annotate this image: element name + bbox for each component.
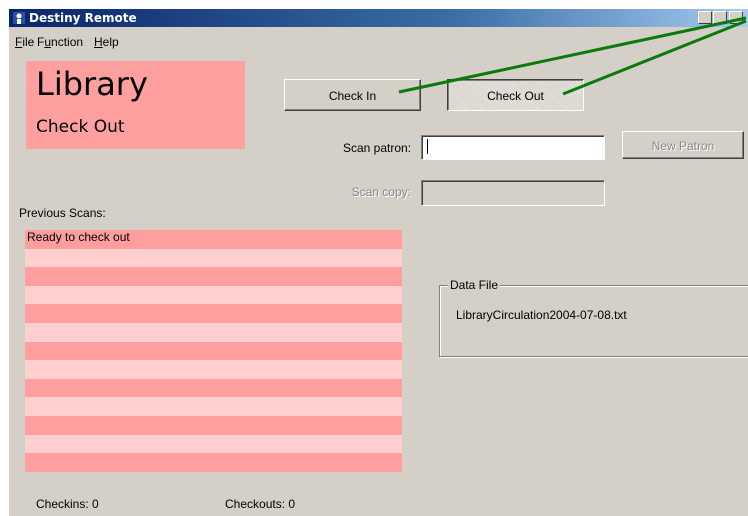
list-item — [25, 341, 402, 361]
new-patron-button[interactable]: New Patron — [622, 131, 744, 159]
data-file-name: LibraryCirculation2004-07-08.txt — [456, 308, 627, 322]
scan-patron-label: Scan patron: — [342, 141, 411, 155]
list-item: Ready to check out — [25, 230, 402, 249]
list-item — [25, 360, 402, 379]
check-out-button[interactable]: Check Out — [447, 79, 584, 111]
previous-scans-label: Previous Scans: — [19, 206, 106, 220]
mode-panel: Library Check Out — [26, 61, 245, 149]
app-icon — [13, 12, 25, 24]
list-item — [25, 248, 402, 268]
list-item — [25, 434, 402, 454]
app-window: Destiny Remote File Function Help Librar… — [9, 9, 748, 516]
close-button[interactable] — [729, 11, 743, 24]
list-item — [25, 378, 402, 398]
checkins-counter: Checkins: 0 — [36, 497, 99, 511]
data-file-legend: Data File — [448, 278, 501, 292]
check-in-button[interactable]: Check In — [284, 79, 421, 111]
list-item — [25, 453, 402, 472]
checkouts-counter: Checkouts: 0 — [225, 497, 296, 511]
menu-file[interactable]: File — [15, 35, 34, 49]
list-item — [25, 397, 402, 416]
text-caret — [427, 139, 428, 154]
title-bar[interactable]: Destiny Remote — [9, 9, 748, 27]
scan-copy-label: Scan copy: — [351, 185, 411, 199]
maximize-button[interactable] — [713, 11, 727, 24]
list-item — [25, 267, 402, 286]
previous-scans-list[interactable]: Ready to check out — [25, 230, 402, 472]
scan-patron-input[interactable] — [421, 135, 605, 160]
menu-function[interactable]: Function — [37, 35, 83, 49]
list-item — [25, 322, 402, 342]
minimize-button[interactable] — [698, 11, 712, 24]
list-item — [25, 415, 402, 435]
window-title: Destiny Remote — [29, 11, 137, 25]
mode-panel-title: Library — [36, 65, 148, 103]
list-item — [25, 285, 402, 305]
scan-copy-input[interactable] — [421, 180, 605, 206]
data-file-group: Data File LibraryCirculation2004-07-08.t… — [439, 278, 748, 357]
mode-panel-mode: Check Out — [36, 117, 125, 137]
menu-help[interactable]: Help — [94, 35, 119, 49]
list-item — [25, 304, 402, 323]
